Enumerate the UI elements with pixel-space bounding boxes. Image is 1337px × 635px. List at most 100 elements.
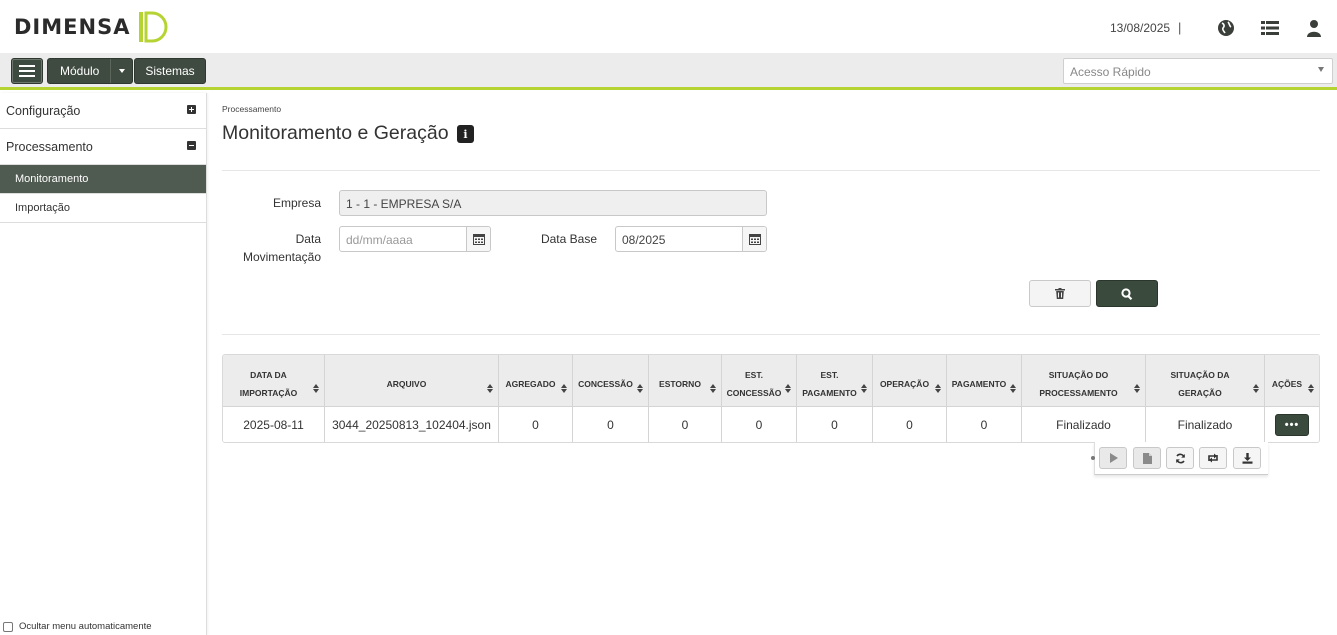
sort-icon[interactable] [1010, 384, 1017, 394]
empresa-label: Empresa [272, 196, 321, 210]
sistemas-button[interactable]: Sistemas [134, 58, 206, 84]
sort-icon[interactable] [637, 384, 644, 394]
cell-concessao: 0 [573, 407, 649, 442]
run-button[interactable] [1099, 447, 1127, 469]
sort-icon[interactable] [710, 384, 717, 394]
data-base-label: Data Base [540, 232, 597, 246]
logo-text: DIMENSA [14, 15, 131, 39]
quick-access-placeholder: Acesso Rápido [1070, 65, 1151, 79]
sidebar-group-label: Configuração [6, 104, 81, 118]
col-header-situacao-geracao[interactable]: SITUAÇÃO DA GERAÇÃO [1146, 355, 1265, 406]
cell-estorno: 0 [649, 407, 722, 442]
current-date: 13/08/2025 [1110, 21, 1171, 35]
col-header-acoes[interactable]: AÇÕES [1265, 355, 1319, 406]
dimensa-logo: DIMENSA [14, 10, 168, 44]
file-icon [1142, 452, 1152, 464]
more-actions-button[interactable]: ••• [1275, 413, 1309, 436]
modulo-dropdown-toggle[interactable] [110, 59, 132, 83]
hamburger-icon [19, 65, 35, 77]
data-movimentacao-label-line1: Data [295, 232, 321, 246]
cell-est-concessao: 0 [722, 407, 797, 442]
quick-access-caret-icon [1318, 67, 1324, 72]
sort-icon[interactable] [1134, 384, 1141, 394]
calendar-button[interactable] [466, 227, 490, 251]
modulo-button[interactable]: Módulo [47, 58, 133, 84]
collapse-minus-icon[interactable] [187, 141, 196, 150]
download-button[interactable] [1233, 447, 1261, 469]
col-header-est-pagamento[interactable]: EST. PAGAMENTO [797, 355, 873, 406]
quick-access-select[interactable]: Acesso Rápido [1063, 58, 1333, 84]
col-header-agregado[interactable]: AGREGADO [499, 355, 573, 406]
results-table: DATA DA IMPORTAÇÃO ARQUIVO AGREGADO CONCE… [222, 354, 1320, 443]
col-header-situacao-processamento[interactable]: SITUAÇÃO DO PROCESSAMENTO [1022, 355, 1146, 406]
sort-icon[interactable] [561, 384, 568, 394]
col-header-estorno[interactable]: ESTORNO [649, 355, 722, 406]
auto-hide-menu-option[interactable]: Ocultar menu automaticamente [3, 621, 152, 632]
data-base-value: 08/2025 [622, 233, 666, 247]
globe-icon[interactable] [1216, 18, 1236, 38]
expand-plus-icon[interactable] [187, 105, 196, 114]
table-row[interactable]: 2025-08-11 3044_20250813_102404.json 0 0… [223, 407, 1319, 442]
sidebar-group-configuracao[interactable]: Configuração [0, 93, 206, 129]
download-icon [1242, 452, 1252, 464]
list-icon[interactable] [1260, 18, 1280, 38]
col-header-est-concessao[interactable]: EST. CONCESSÃO [722, 355, 797, 406]
sort-icon[interactable] [785, 384, 792, 394]
clear-button[interactable] [1029, 280, 1091, 307]
header-separator: | [1178, 20, 1182, 35]
sort-icon[interactable] [1253, 384, 1260, 394]
cell-est-pagamento: 0 [797, 407, 873, 442]
modulo-label: Módulo [60, 64, 100, 78]
sidebar: Configuração Processamento Monitoramento… [0, 93, 207, 635]
view-file-button[interactable] [1133, 447, 1161, 469]
sort-icon[interactable] [1308, 384, 1315, 394]
trash-icon [1055, 288, 1065, 299]
calendar-icon [748, 234, 761, 245]
auto-hide-checkbox[interactable] [3, 621, 13, 632]
user-icon[interactable] [1304, 18, 1324, 38]
data-movimentacao-label-line2: Movimentação [242, 250, 321, 264]
retweet-icon [1208, 453, 1218, 463]
cell-agregado: 0 [499, 407, 573, 442]
data-movimentacao-placeholder: dd/mm/aaaa [346, 233, 413, 247]
main-toolbar: Módulo Sistemas Acesso Rápido [0, 53, 1337, 90]
row-actions-popup [1091, 442, 1268, 475]
caret-down-icon [118, 69, 125, 73]
col-header-data-importacao[interactable]: DATA DA IMPORTAÇÃO [223, 355, 325, 406]
sort-icon[interactable] [861, 384, 868, 394]
sort-icon[interactable] [313, 384, 320, 394]
page-title: Monitoramento e Geração [222, 122, 449, 144]
col-header-concessao[interactable]: CONCESSÃO [573, 355, 649, 406]
cell-operacao: 0 [873, 407, 947, 442]
col-header-operacao[interactable]: OPERAÇÃO [873, 355, 947, 406]
col-header-pagamento[interactable]: PAGAMENTO [947, 355, 1022, 406]
breadcrumb[interactable]: Processamento [222, 104, 281, 114]
sort-icon[interactable] [935, 384, 942, 394]
sidebar-group-processamento[interactable]: Processamento [0, 129, 206, 165]
cell-pagamento: 0 [947, 407, 1022, 442]
table-header: DATA DA IMPORTAÇÃO ARQUIVO AGREGADO CONCE… [223, 355, 1319, 407]
sort-icon[interactable] [487, 384, 494, 394]
logo-mark-icon [139, 11, 168, 43]
cell-data-importacao: 2025-08-11 [223, 407, 325, 442]
reprocess-button[interactable] [1199, 447, 1227, 469]
cell-situacao-geracao: Finalizado [1146, 407, 1265, 442]
calendar-button[interactable] [742, 227, 766, 251]
divider [222, 334, 1320, 335]
col-header-arquivo[interactable]: ARQUIVO [325, 355, 499, 406]
refresh-button[interactable] [1166, 447, 1194, 469]
divider [222, 170, 1320, 171]
info-icon[interactable]: i [457, 125, 474, 143]
hamburger-menu-button[interactable] [11, 58, 43, 84]
app-header: DIMENSA 13/08/2025 | [0, 0, 1337, 53]
sidebar-group-label: Processamento [6, 140, 93, 154]
cell-situacao-processamento: Finalizado [1022, 407, 1146, 442]
cell-arquivo: 3044_20250813_102404.json [325, 407, 499, 442]
play-icon [1109, 453, 1118, 463]
search-button[interactable] [1096, 280, 1158, 307]
sidebar-item-monitoramento[interactable]: Monitoramento [0, 165, 206, 194]
sidebar-item-importacao[interactable]: Importação [0, 194, 206, 223]
data-movimentacao-input[interactable]: dd/mm/aaaa [339, 226, 491, 252]
data-base-input[interactable]: 08/2025 [615, 226, 767, 252]
refresh-icon [1175, 453, 1185, 463]
